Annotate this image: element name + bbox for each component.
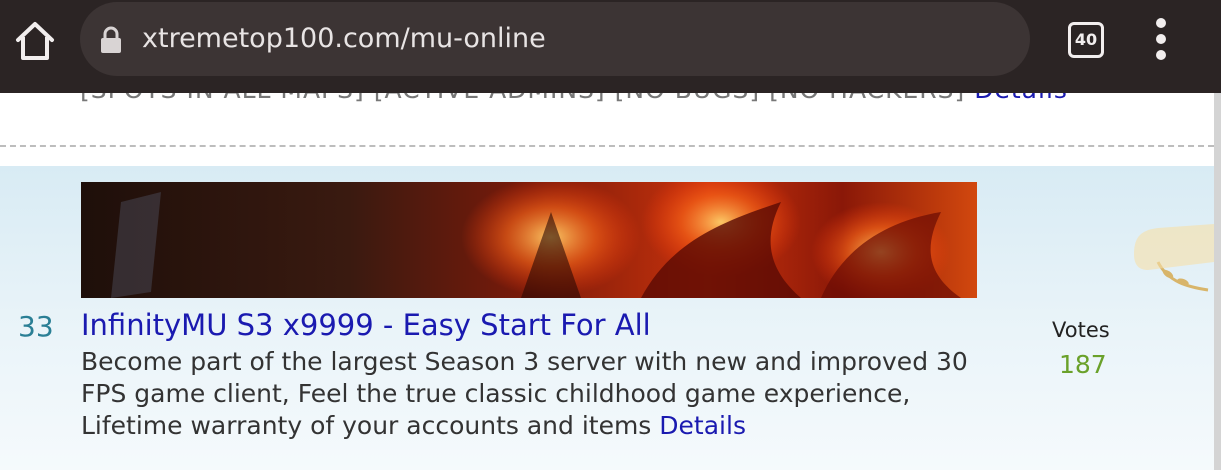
page-edge — [1214, 93, 1221, 470]
menu-dot-icon — [1156, 50, 1166, 60]
votes-count: 187 — [1059, 350, 1107, 379]
listing-divider — [0, 145, 1214, 147]
previous-listing: [SPOTS IN ALL MAPS] [ACTIVE ADMINS] [NO … — [0, 93, 1214, 145]
server-listing-row: 33 InfinityMU S3 x9999 - Easy Start For … — [0, 166, 1214, 470]
server-rank: 33 — [18, 310, 54, 343]
menu-dot-icon — [1156, 34, 1166, 44]
server-title-link[interactable]: InfinityMU S3 x9999 - Easy Start For All — [81, 308, 651, 342]
gold-badge — [1128, 202, 1214, 292]
previous-listing-tags: [SPOTS IN ALL MAPS] [ACTIVE ADMINS] [NO … — [80, 93, 965, 104]
address-bar[interactable]: xtremetop100.com/mu-online — [80, 2, 1030, 76]
home-icon — [16, 22, 54, 60]
banner-image — [81, 182, 977, 298]
lock-icon — [101, 26, 121, 53]
server-details-link[interactable]: Details — [659, 411, 746, 440]
home-button[interactable] — [12, 18, 58, 64]
previous-listing-text: [SPOTS IN ALL MAPS] [ACTIVE ADMINS] [NO … — [80, 93, 1068, 104]
url-text[interactable]: xtremetop100.com/mu-online — [142, 20, 546, 58]
previous-details-link[interactable]: Details — [974, 93, 1068, 104]
browser-toolbar: xtremetop100.com/mu-online 40 — [0, 0, 1221, 93]
gold-badge-icon — [1134, 224, 1214, 292]
server-description: Become part of the largest Season 3 serv… — [81, 346, 1011, 442]
server-description-text: Become part of the largest Season 3 serv… — [81, 347, 968, 440]
server-banner[interactable] — [81, 182, 977, 298]
more-menu-button[interactable] — [1150, 18, 1174, 60]
menu-dot-icon — [1156, 18, 1166, 28]
votes-label: Votes — [1052, 318, 1110, 342]
tab-switcher-button[interactable]: 40 — [1068, 22, 1104, 58]
